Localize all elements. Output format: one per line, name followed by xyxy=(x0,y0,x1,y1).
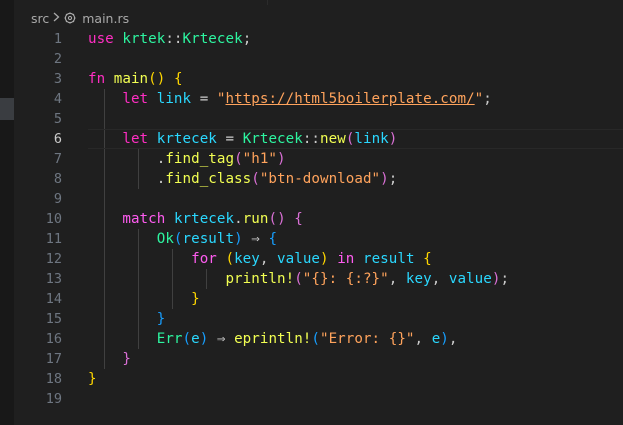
line-number: 13 xyxy=(45,271,62,287)
code-text[interactable]: let krtecek = Krtecek::new(link) xyxy=(88,129,397,149)
code-line: 12 for (key, value) in result { xyxy=(14,249,623,269)
code-line: 16 Err(e) ⇒ eprintln!("Error: {}", e), xyxy=(14,329,623,349)
code-text[interactable]: for (key, value) in result { xyxy=(88,249,432,269)
code-text[interactable]: match krtecek.run() { xyxy=(88,209,303,229)
code-line: 4 let link = "https://html5boilerplate.c… xyxy=(14,89,623,109)
code-line: 18 } xyxy=(14,369,623,389)
code-text[interactable]: } xyxy=(88,289,200,309)
line-number: 1 xyxy=(53,31,62,47)
line-number: 5 xyxy=(53,111,62,127)
code-line: 11 Ok(result) ⇒ { xyxy=(14,229,623,249)
tab-strip-edge xyxy=(14,0,623,5)
activity-gutter xyxy=(0,0,14,425)
code-line: 15 } xyxy=(14,309,623,329)
code-text[interactable]: fn main() { xyxy=(88,69,183,89)
code-line: 7 .find_tag("h1") xyxy=(14,149,623,169)
tab-divider xyxy=(267,0,268,5)
code-line: 8 .find_class("btn-download"); xyxy=(14,169,623,189)
code-line: 5 xyxy=(14,109,623,129)
code-text[interactable]: } xyxy=(88,349,131,369)
line-number: 3 xyxy=(53,71,62,87)
code-line: 10 match krtecek.run() { xyxy=(14,209,623,229)
chevron-right-icon xyxy=(53,11,60,25)
code-line: 3 fn main() { xyxy=(14,69,623,89)
code-line: 1 use krtek::Krtecek; xyxy=(14,29,623,49)
code-line: 2 xyxy=(14,49,623,69)
code-text[interactable]: .find_class("btn-download"); xyxy=(88,169,398,189)
line-number: 11 xyxy=(45,231,62,247)
code-text[interactable]: use krtek::Krtecek; xyxy=(88,29,251,49)
code-text[interactable]: } xyxy=(88,309,166,329)
code-text[interactable]: } xyxy=(88,369,97,389)
line-number: 16 xyxy=(45,331,62,347)
line-number: 10 xyxy=(45,211,62,227)
breadcrumb-file[interactable]: main.rs xyxy=(82,11,129,26)
breadcrumb: src main.rs xyxy=(31,9,129,27)
line-number: 15 xyxy=(45,311,62,327)
code-line: 14 } xyxy=(14,289,623,309)
code-text[interactable]: Ok(result) ⇒ { xyxy=(88,229,277,249)
code-line: 13 println!("{}: {:?}", key, value); xyxy=(14,269,623,289)
line-number: 12 xyxy=(45,251,62,267)
line-number: 7 xyxy=(53,151,62,167)
line-number: 18 xyxy=(45,371,62,387)
code-text[interactable]: println!("{}: {:?}", key, value); xyxy=(88,269,509,289)
code-line: 9 xyxy=(14,189,623,209)
code-text[interactable]: Err(e) ⇒ eprintln!("Error: {}", e), xyxy=(88,329,458,349)
rust-file-icon xyxy=(64,12,76,24)
line-number: 8 xyxy=(53,171,62,187)
url-link[interactable]: https://html5boilerplate.com/ xyxy=(226,91,475,107)
line-number: 4 xyxy=(53,91,62,107)
code-line-current: 6 let krtecek = Krtecek::new(link) xyxy=(14,129,623,149)
breadcrumb-folder[interactable]: src xyxy=(31,11,49,26)
code-text[interactable]: let link = "https://html5boilerplate.com… xyxy=(88,89,492,109)
line-number: 6 xyxy=(53,131,62,147)
code-text[interactable]: .find_tag("h1") xyxy=(88,149,286,169)
line-number: 14 xyxy=(45,291,62,307)
line-number: 9 xyxy=(53,191,62,207)
code-editor[interactable]: 1 use krtek::Krtecek; 2 3 fn main() { 4 … xyxy=(14,29,623,425)
line-number: 2 xyxy=(53,51,62,67)
line-number: 17 xyxy=(45,351,62,367)
gutter-highlight xyxy=(0,98,14,120)
code-line: 19 xyxy=(14,389,623,409)
line-number: 19 xyxy=(45,391,62,407)
code-line: 17 } xyxy=(14,349,623,369)
